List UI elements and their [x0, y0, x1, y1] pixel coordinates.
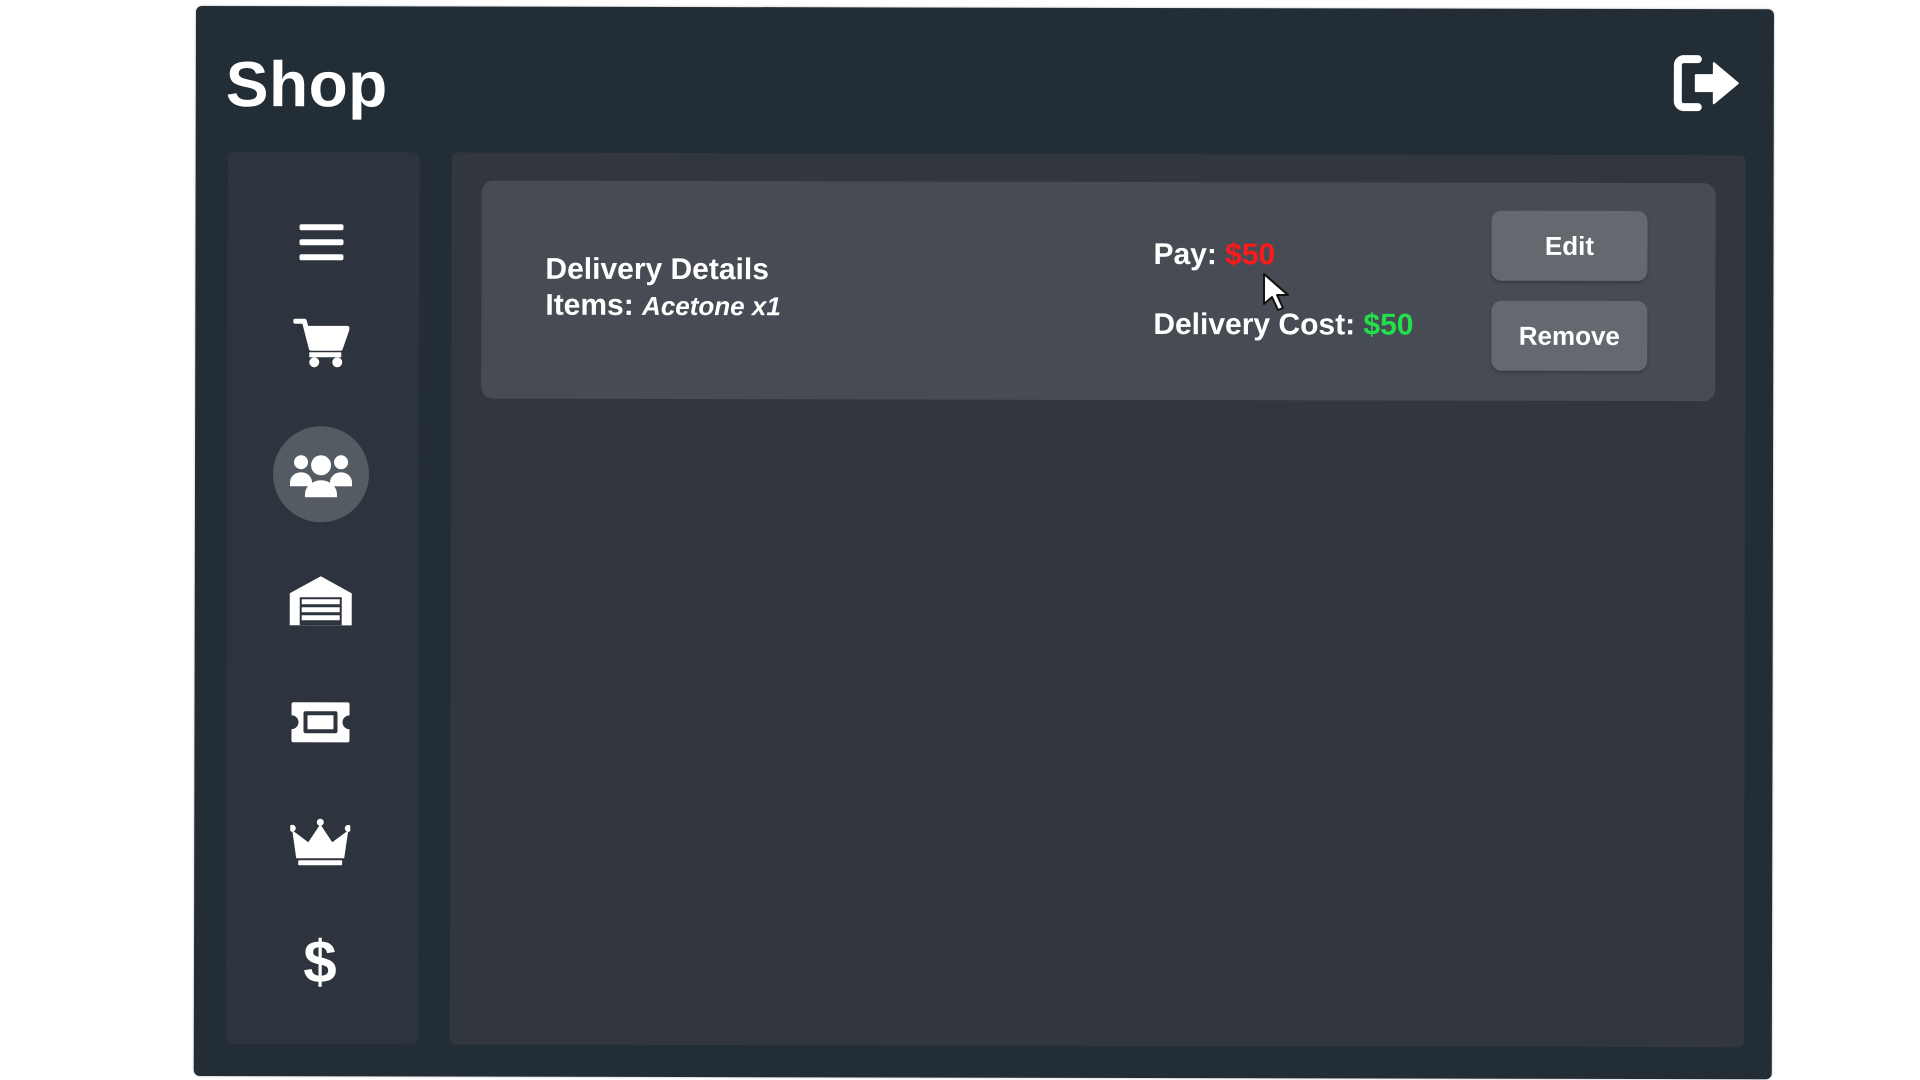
pay-label: Pay: — [1153, 238, 1217, 272]
sidebar-item-vip[interactable] — [272, 794, 368, 890]
sidebar-item-cart[interactable] — [273, 294, 369, 390]
window-title: Shop — [225, 48, 388, 121]
sidebar-item-tickets[interactable] — [272, 674, 368, 770]
menu-icon — [299, 224, 344, 261]
sidebar-item-money[interactable]: $ — [272, 914, 368, 1010]
ticket-icon — [291, 702, 350, 743]
remove-button[interactable]: Remove — [1491, 300, 1648, 372]
main-panel: Delivery Details Items: Acetone x1 Pay: … — [449, 152, 1746, 1048]
items-label: Items: — [545, 288, 634, 322]
sidebar: $ — [225, 152, 420, 1045]
sidebar-item-garage[interactable] — [273, 552, 369, 648]
exit-button[interactable] — [1672, 51, 1744, 115]
sidebar-item-menu[interactable] — [273, 194, 369, 290]
pay-value: $50 — [1225, 238, 1276, 272]
items-value: Acetone x1 — [642, 290, 781, 322]
shop-window: Shop $ Delivery Details Items: Acetone x… — [193, 6, 1774, 1080]
delivery-title: Delivery Details — [545, 252, 769, 287]
pay-line: Pay: $50 — [1153, 238, 1275, 272]
delivery-card: Delivery Details Items: Acetone x1 Pay: … — [481, 180, 1716, 402]
users-icon — [289, 455, 353, 498]
items-line: Items: Acetone x1 — [545, 289, 781, 323]
delivery-cost-line: Delivery Cost: $50 — [1153, 308, 1413, 343]
delivery-cost-value: $50 — [1363, 308, 1414, 342]
sign-out-icon — [1673, 55, 1739, 112]
dollar-icon: $ — [303, 928, 337, 996]
delivery-cost-label: Delivery Cost: — [1153, 308, 1356, 342]
garage-icon — [289, 576, 352, 626]
cart-icon — [293, 318, 350, 368]
sidebar-item-users[interactable] — [272, 426, 370, 523]
edit-button[interactable]: Edit — [1491, 210, 1648, 282]
crown-icon — [290, 818, 351, 866]
